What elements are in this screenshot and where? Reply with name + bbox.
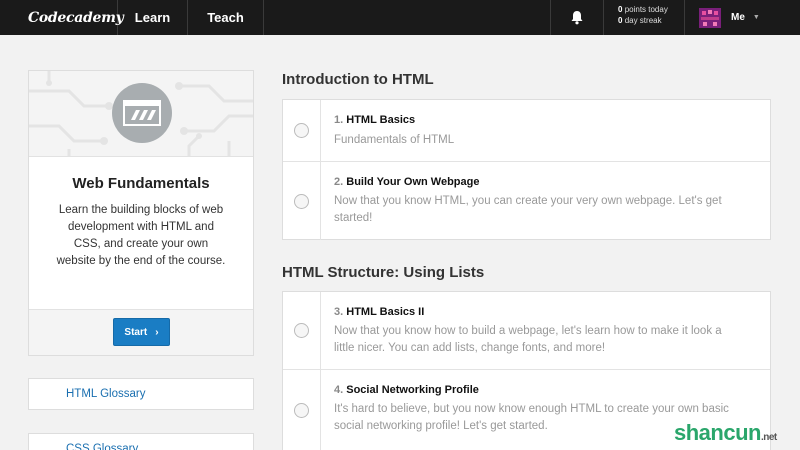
bell-icon [571,11,583,25]
lesson-number: 3. [334,306,344,318]
start-button-label: Start [124,326,148,338]
caret-down-icon: ▼ [752,14,760,21]
lesson-name: Build Your Own Webpage [346,176,480,188]
html-glossary-link[interactable]: HTML Glossary [28,378,254,410]
lesson-title: 4. Social Networking Profile [334,384,740,396]
lesson-item[interactable]: 1. HTML Basics Fundamentals of HTML [283,100,770,162]
avatar-icon [699,7,721,28]
section-title: HTML Structure: Using Lists [282,264,485,281]
watermark-suffix: .net [760,432,777,443]
lesson-title: 2. Build Your Own Webpage [334,176,740,188]
watermark: shancun.net [674,420,777,446]
brand-logo[interactable]: Codecademy [0,0,124,35]
course-description: Learn the building blocks of web develop… [56,204,226,267]
progress-circle-icon [294,193,309,209]
points-value: 0 [618,5,623,14]
course-card-footer: Start › [29,309,253,355]
chevron-right-icon: › [155,326,159,338]
lesson-list: 1. HTML Basics Fundamentals of HTML 2. B… [282,99,771,240]
lesson-description: Now that you know how to build a webpage… [334,325,722,354]
watermark-text: shancun [674,420,761,445]
lesson-status [283,370,321,450]
course-card: Web Fundamentals Learn the building bloc… [28,70,254,356]
lesson-name: Social Networking Profile [346,384,479,396]
lesson-description: Now that you know HTML, you can create y… [334,195,722,224]
computer-window-icon [112,83,172,143]
css-glossary-link[interactable]: CSS Glossary [28,433,254,450]
progress-circle-icon [294,123,309,138]
lesson-number: 2. [334,176,344,188]
start-button[interactable]: Start › [113,318,170,346]
day-streak: 0 day streak [618,15,668,26]
streak-label: day streak [624,16,662,25]
lesson-status [283,100,321,161]
points-today: 0 points today [618,4,668,15]
lesson-status [283,162,321,240]
profile-label: Me [731,12,745,23]
points-label: points today [624,5,668,14]
streak-value: 0 [618,16,623,25]
lesson-number: 4. [334,384,344,396]
lesson-item[interactable]: 2. Build Your Own Webpage Now that you k… [283,162,770,240]
section-title: Introduction to HTML [282,71,434,88]
lesson-title: 1. HTML Basics [334,114,740,126]
course-title: Web Fundamentals [72,175,210,192]
nav-teach[interactable]: Teach [188,0,264,35]
nav-learn[interactable]: Learn [118,0,188,35]
lesson-number: 1. [334,114,344,126]
lesson-name: HTML Basics [346,114,416,126]
lesson-title: 3. HTML Basics II [334,306,740,318]
lesson-status [283,292,321,369]
course-card-header [29,71,253,157]
profile-menu[interactable]: Me ▼ [684,0,800,35]
lesson-description: Fundamentals of HTML [334,134,455,146]
lesson-name: HTML Basics II [346,306,425,318]
progress-circle-icon [294,402,309,418]
progress-circle-icon [294,323,309,338]
daily-stats: 0 points today 0 day streak [618,4,668,26]
lesson-item[interactable]: 3. HTML Basics II Now that you know how … [283,292,770,370]
notifications-button[interactable] [550,0,604,35]
top-navigation-bar: Codecademy Learn Teach 0 points today 0 … [0,0,800,35]
